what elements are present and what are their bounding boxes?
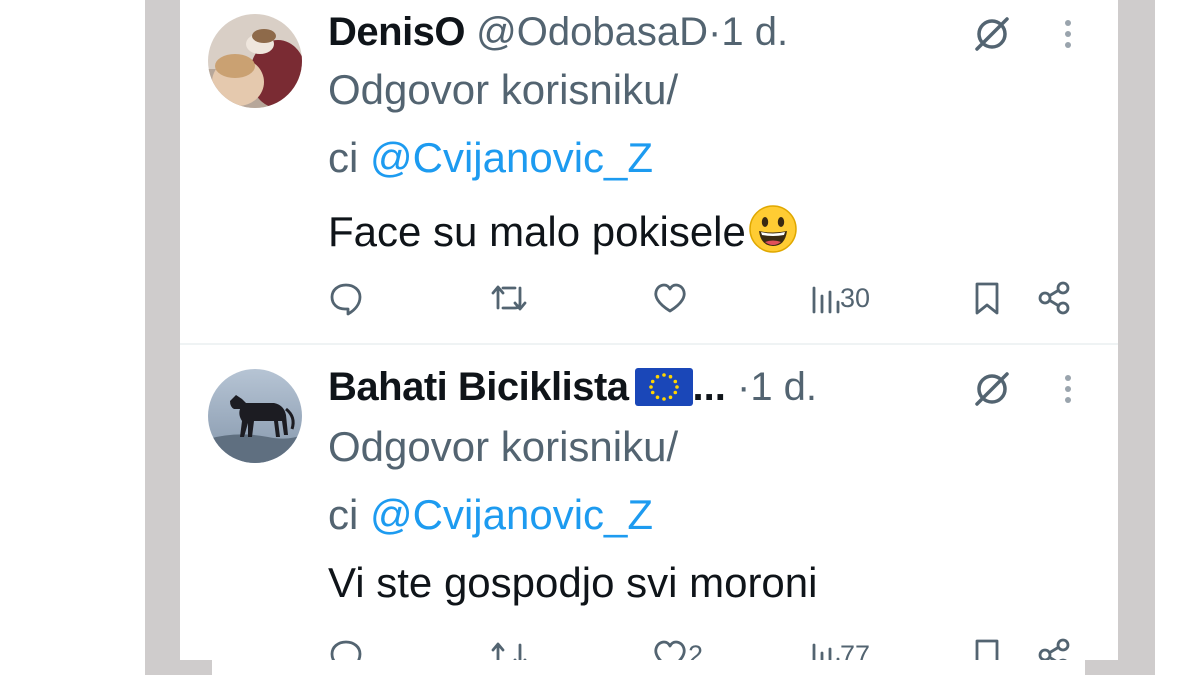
name-truncation: ...: [692, 365, 726, 409]
like-button[interactable]: [652, 280, 688, 316]
tweet-2[interactable]: Bahati Biciklista... ·1 d. Odgovor koris…: [180, 345, 1118, 660]
tweet-text: Vi ste gospodjo svi moroni: [328, 559, 818, 606]
avatar[interactable]: [208, 14, 302, 108]
retweet-button[interactable]: [490, 280, 528, 316]
like-icon: [652, 637, 688, 660]
tweet-header: DenisO @OdobasaD·1 d.: [328, 8, 788, 56]
retweet-button[interactable]: [490, 637, 528, 660]
retweet-icon: [490, 280, 528, 316]
frame-bottom-gap: [212, 660, 1085, 675]
tweet-text: Face su malo pokisele: [328, 204, 798, 258]
views-count: 77: [840, 639, 871, 661]
views-button[interactable]: 77: [810, 637, 870, 660]
reply-list: DenisO @OdobasaD·1 d. Odgovor korisniku/…: [180, 0, 1118, 660]
display-name[interactable]: Bahati Biciklista: [328, 365, 629, 409]
action-bar: 30: [180, 280, 1118, 324]
separator: ·: [736, 365, 751, 409]
bookmark-icon: [972, 637, 1002, 660]
like-button[interactable]: 2: [652, 637, 703, 660]
tweet-body: Face su malo pokisele: [328, 208, 746, 255]
reply-button[interactable]: [328, 637, 364, 660]
grok-icon[interactable]: [970, 12, 1014, 56]
timestamp[interactable]: 1 d.: [721, 10, 788, 54]
frame-right: [1118, 0, 1155, 675]
tweet-header: Bahati Biciklista... ·1 d.: [328, 363, 817, 411]
bookmark-button[interactable]: [972, 280, 1002, 316]
like-icon: [652, 280, 688, 316]
views-icon: [810, 280, 840, 316]
share-button[interactable]: [1036, 637, 1072, 660]
tweet-1[interactable]: DenisO @OdobasaD·1 d. Odgovor korisniku/…: [180, 0, 1118, 340]
display-name[interactable]: DenisO: [328, 10, 466, 54]
reply-context-line: Odgovor korisniku/: [328, 66, 679, 113]
reply-prefix: ci: [328, 134, 370, 181]
action-bar: 2 77: [180, 637, 1118, 660]
likes-count: 2: [688, 639, 704, 661]
retweet-icon: [490, 637, 528, 660]
reply-icon: [328, 637, 364, 660]
reply-context-mention-line: ci @Cvijanovic_Z: [328, 132, 653, 184]
separator: ·: [708, 10, 722, 54]
mention-link[interactable]: @Cvijanovic_Z: [370, 491, 653, 538]
share-icon: [1036, 637, 1072, 660]
avatar[interactable]: [208, 369, 302, 463]
views-count: 30: [840, 282, 871, 313]
eu-flag-icon: [634, 368, 693, 406]
reply-prefix: ci: [328, 491, 370, 538]
views-button[interactable]: 30: [810, 280, 870, 316]
reply-button[interactable]: [328, 280, 364, 316]
frame-left: [145, 0, 180, 675]
handle[interactable]: @OdobasaD: [476, 10, 708, 54]
reply-icon: [328, 280, 364, 316]
grok-icon[interactable]: [970, 367, 1014, 411]
bookmark-icon: [972, 280, 1002, 316]
more-icon[interactable]: [1058, 14, 1078, 54]
mention-link[interactable]: @Cvijanovic_Z: [370, 134, 653, 181]
share-button[interactable]: [1036, 280, 1072, 316]
reply-context-line: Odgovor korisniku/: [328, 423, 679, 470]
grinning-emoji-icon: [748, 204, 798, 254]
views-icon: [810, 637, 840, 660]
reply-context-mention-line: ci @Cvijanovic_Z: [328, 489, 653, 541]
more-icon[interactable]: [1058, 369, 1078, 409]
timestamp[interactable]: 1 d.: [750, 365, 817, 409]
share-icon: [1036, 280, 1072, 316]
bookmark-button[interactable]: [972, 637, 1002, 660]
